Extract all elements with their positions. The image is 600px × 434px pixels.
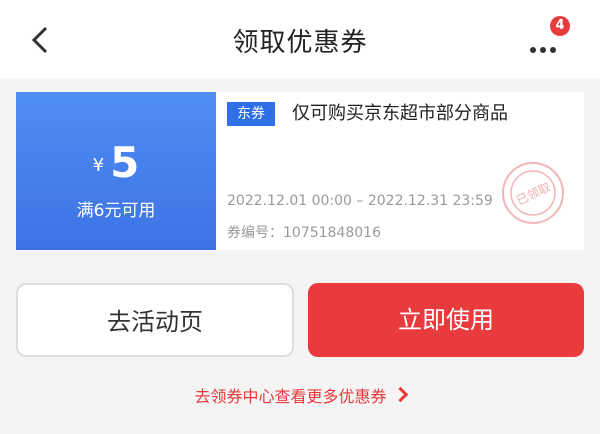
coupon-center-link-label: 去领券中心查看更多优惠券 bbox=[194, 387, 387, 406]
stamp-label: 已领取 bbox=[514, 180, 553, 208]
claimed-stamp-icon: 已领取 bbox=[502, 162, 564, 224]
coupon-description: 仅可购买京东超市部分商品 bbox=[292, 103, 508, 124]
go-activity-page-button[interactable]: 去活动页 bbox=[16, 283, 294, 357]
more-dot-icon bbox=[550, 47, 556, 53]
coupon-amount: ¥5 bbox=[16, 138, 216, 187]
coupon-center-link[interactable]: 去领券中心查看更多优惠券 bbox=[0, 383, 600, 407]
coupon-card: ¥5 满6元可用 东券 仅可购买京东超市部分商品 2022.12.01 00:0… bbox=[12, 92, 584, 250]
page-title: 领取优惠券 bbox=[232, 28, 368, 58]
currency-symbol: ¥ bbox=[92, 155, 105, 176]
coupon-value: 5 bbox=[110, 138, 140, 187]
more-dot-icon bbox=[530, 47, 536, 53]
notification-badge: 4 bbox=[550, 16, 570, 36]
use-now-button[interactable]: 立即使用 bbox=[308, 283, 584, 357]
coupon-code: 券编号：10751848016 bbox=[227, 225, 381, 241]
coupon-condition: 满6元可用 bbox=[76, 201, 156, 221]
coupon-validity: 2022.12.01 00:00 – 2022.12.31 23:59 bbox=[227, 193, 493, 209]
coupon-type-tag: 东券 bbox=[227, 102, 275, 126]
more-options-button[interactable] bbox=[530, 38, 566, 53]
more-dot-icon bbox=[540, 47, 546, 53]
coupon-info-panel: 东券 仅可购买京东超市部分商品 2022.12.01 00:00 – 2022.… bbox=[216, 92, 584, 250]
top-nav-bar: 领取优惠券 4 bbox=[0, 0, 600, 78]
chevron-right-icon bbox=[392, 386, 408, 403]
coupon-value-panel: ¥5 满6元可用 bbox=[12, 92, 216, 250]
